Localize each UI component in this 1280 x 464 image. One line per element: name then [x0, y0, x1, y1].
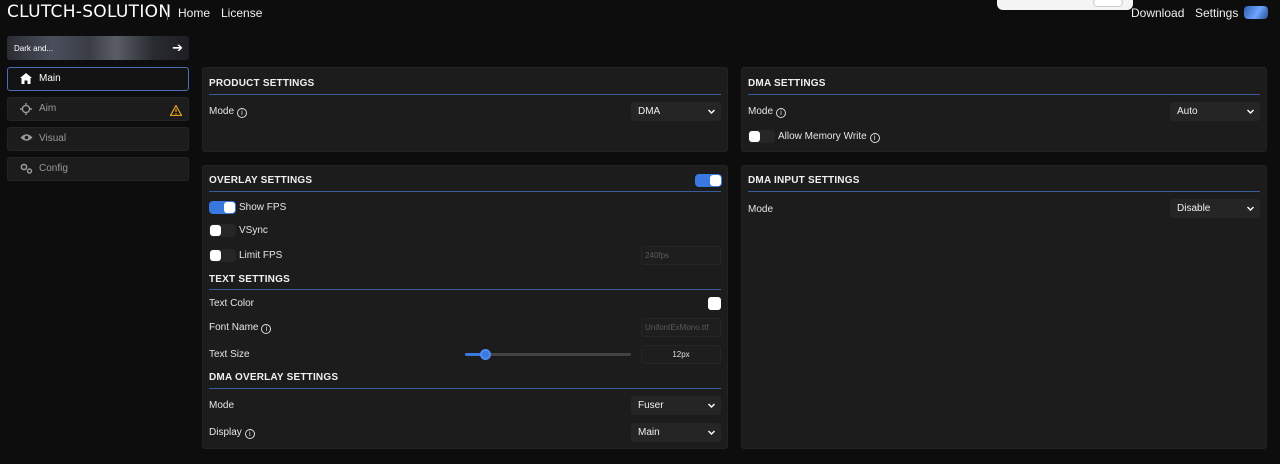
search-bar[interactable] [997, 0, 1133, 10]
user-avatar[interactable] [1244, 6, 1268, 19]
brand-divider [167, 4, 168, 20]
divider [209, 94, 721, 95]
nav-license-link[interactable]: License [221, 6, 262, 20]
slider-thumb[interactable] [480, 349, 491, 360]
divider [748, 191, 1260, 192]
mode-label: Mode i [748, 106, 787, 118]
divider [209, 388, 721, 389]
select-value: Disable [1177, 203, 1211, 214]
show-fps-label: Show FPS [239, 202, 287, 213]
profile-banner[interactable]: Dark and... ➔ [7, 36, 189, 60]
divider [748, 94, 1260, 95]
gears-icon [19, 163, 33, 175]
divider [209, 191, 721, 192]
text-size-input[interactable]: 12px [641, 345, 721, 364]
chevron-down-icon [1247, 109, 1254, 114]
vsync-toggle[interactable] [209, 224, 236, 237]
display-label: Display i [209, 427, 255, 439]
sidebar-item-aim[interactable]: Aim [7, 97, 189, 121]
info-icon[interactable]: i [237, 108, 248, 118]
overlay-settings-panel: OVERLAY SETTINGS Show FPS VSync Limit FP… [202, 165, 728, 449]
input-placeholder: 240fps [645, 251, 670, 260]
limit-fps-label: Limit FPS [239, 250, 283, 261]
text-color-label: Text Color [209, 298, 255, 309]
vsync-label: VSync [239, 225, 268, 236]
nav-home-link[interactable]: Home [178, 6, 210, 20]
limit-fps-toggle[interactable] [209, 249, 236, 262]
select-value: DMA [638, 106, 661, 117]
warning-icon [169, 103, 183, 121]
top-bar: CLUTCH-SOLUTION Home License Download Se… [0, 0, 1280, 26]
sidebar-item-main[interactable]: Main [7, 67, 189, 91]
info-icon[interactable]: i [776, 108, 787, 118]
dma-input-mode-label: Mode [748, 204, 774, 215]
panel-title: DMA INPUT SETTINGS [748, 175, 860, 186]
text-size-slider[interactable] [465, 349, 631, 360]
home-icon [19, 73, 33, 85]
divider [209, 289, 721, 290]
dma-overlay-mode-label: Mode [209, 400, 235, 411]
product-mode-select[interactable]: DMA [631, 102, 721, 121]
font-name-label: Font Name i [209, 322, 272, 334]
allow-memory-write-label: Allow Memory Write i [778, 131, 880, 143]
dma-settings-panel: DMA SETTINGS Mode i Auto Allow Memory Wri… [741, 67, 1267, 152]
dma-input-mode-select[interactable]: Disable [1170, 199, 1260, 218]
panel-title: DMA SETTINGS [748, 78, 826, 89]
mode-label: Mode i [209, 106, 248, 118]
dma-mode-select[interactable]: Auto [1170, 102, 1260, 121]
limit-fps-input[interactable]: 240fps [641, 246, 721, 265]
select-value: Main [638, 427, 660, 438]
sidebar-item-label: Aim [39, 103, 57, 114]
chevron-down-icon [1247, 206, 1254, 211]
section-title: TEXT SETTINGS [209, 274, 290, 285]
banner-label: Dark and... [14, 44, 54, 53]
crosshair-icon [19, 103, 33, 115]
sidebar-item-label: Main [39, 73, 61, 84]
panel-title: PRODUCT SETTINGS [209, 78, 315, 89]
display-select[interactable]: Main [631, 423, 721, 442]
font-name-input[interactable]: UnifontExMono.ttf [641, 318, 721, 337]
product-settings-panel: PRODUCT SETTINGS Mode i DMA [202, 67, 728, 152]
input-value: 12px [672, 350, 690, 359]
section-title: DMA OVERLAY SETTINGS [209, 372, 339, 383]
info-icon[interactable]: i [869, 133, 880, 143]
dma-input-settings-panel: DMA INPUT SETTINGS Mode Disable [741, 165, 1267, 449]
chevron-down-icon [708, 403, 715, 408]
input-placeholder: UnifontExMono.ttf [645, 323, 709, 332]
chevron-down-icon [708, 109, 715, 114]
arrow-right-icon[interactable]: ➔ [172, 40, 183, 56]
brand-logo[interactable]: CLUTCH-SOLUTION [7, 2, 171, 22]
select-value: Fuser [638, 400, 664, 411]
info-icon[interactable]: i [244, 429, 255, 439]
text-color-swatch[interactable] [708, 297, 721, 310]
overlay-enabled-toggle[interactable] [695, 174, 722, 187]
select-value: Auto [1177, 106, 1198, 117]
info-icon[interactable]: i [261, 324, 272, 334]
nav-download-link[interactable]: Download [1131, 6, 1184, 20]
text-size-label: Text Size [209, 349, 250, 360]
sidebar-item-label: Visual [39, 133, 67, 144]
nav-settings-link[interactable]: Settings [1195, 6, 1238, 20]
allow-memory-write-toggle[interactable] [748, 130, 775, 143]
show-fps-toggle[interactable] [209, 201, 236, 214]
panel-title: OVERLAY SETTINGS [209, 175, 313, 186]
sidebar-item-config[interactable]: Config [7, 157, 189, 181]
sidebar-item-visual[interactable]: Visual [7, 127, 189, 151]
eye-icon [19, 133, 33, 145]
chevron-down-icon [708, 430, 715, 435]
dma-overlay-mode-select[interactable]: Fuser [631, 396, 721, 415]
search-button[interactable] [1093, 0, 1123, 7]
sidebar-item-label: Config [39, 163, 68, 174]
